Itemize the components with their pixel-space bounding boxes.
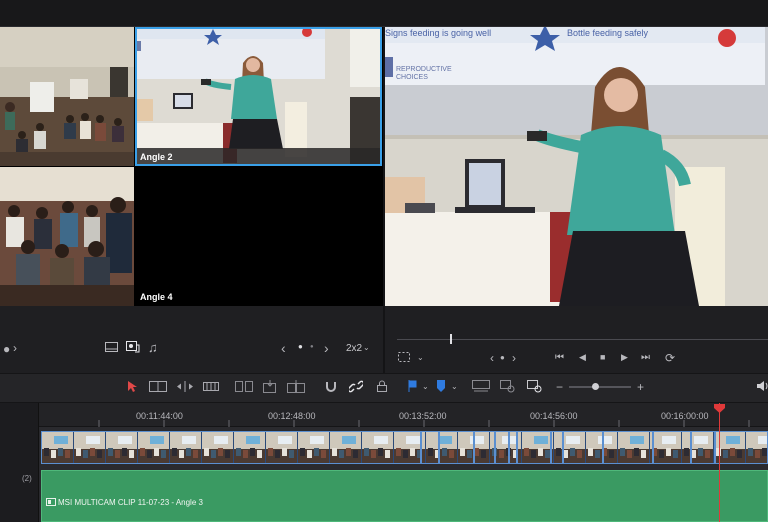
chevron-down-icon[interactable]: ⌄ <box>451 383 458 391</box>
audio-track: MSI MULTICAM CLIP 11-07-23 - Angle 3 <box>39 467 768 522</box>
slide-text-right: Bottle feeding safely <box>567 28 649 38</box>
timecode-2: 00:12:48:00 <box>268 411 316 421</box>
timecode-1: 00:11:44:00 <box>136 411 183 421</box>
scrub-handle[interactable] <box>450 334 452 344</box>
slide-logo-line1: REPRODUCTIVE <box>396 66 452 73</box>
chevron-down-icon[interactable]: ⌄ <box>422 383 429 391</box>
go-to-start-icon[interactable]: ⏮ <box>555 353 564 363</box>
viewer-header <box>0 0 768 27</box>
playhead-handle[interactable] <box>714 404 725 413</box>
marker-icon[interactable] <box>437 380 445 392</box>
snapping-icon[interactable] <box>325 380 337 393</box>
lock-icon[interactable] <box>377 380 387 392</box>
zoom-full-icon[interactable] <box>472 380 490 392</box>
flag-icon[interactable] <box>408 380 417 392</box>
volume-icon[interactable] <box>756 380 768 392</box>
stop-icon[interactable]: ■ <box>600 353 605 362</box>
chevron-left-icon[interactable]: ‹ <box>281 341 286 355</box>
replace-icon[interactable] <box>287 380 305 393</box>
audio-clip-label: MSI MULTICAM CLIP 11-07-23 - Angle 3 <box>58 498 203 507</box>
zoom-slider-handle[interactable] <box>592 383 599 390</box>
overwrite-icon[interactable] <box>263 380 277 393</box>
clip-icon[interactable] <box>126 341 140 353</box>
trim-icon[interactable] <box>149 381 167 392</box>
grid-layout-label[interactable]: 2x2 <box>346 343 362 354</box>
page-dot-active-icon: ● <box>298 342 303 351</box>
jog-right-icon[interactable]: › <box>512 352 516 364</box>
chevron-down-icon[interactable]: ⌄ <box>417 354 424 362</box>
timecode-4: 00:14:56:00 <box>530 411 578 421</box>
multicam-clip-icon <box>46 498 56 506</box>
angle-1-image <box>0 27 134 166</box>
dynamic-trim-icon[interactable] <box>176 381 194 392</box>
clip-thumbnails <box>42 432 767 463</box>
timecode-5: 00:16:00:00 <box>661 411 709 421</box>
track-header <box>0 403 39 522</box>
zoom-detail-icon[interactable] <box>500 380 516 393</box>
go-to-end-icon[interactable]: ⏭ <box>641 353 650 363</box>
linked-selection-icon[interactable] <box>349 380 363 393</box>
zoom-custom-icon[interactable] <box>527 380 543 393</box>
slide-logo-line2: CHOICES <box>396 74 428 81</box>
chevron-right-icon[interactable]: › <box>324 341 329 355</box>
play-icon[interactable]: ▶ <box>621 353 628 362</box>
chevron-down-icon[interactable]: ⌄ <box>363 344 370 352</box>
playhead[interactable] <box>719 403 720 522</box>
angle-2-image <box>135 27 382 166</box>
previous-frame-icon[interactable]: ◀ <box>579 353 586 362</box>
angle-4-tile[interactable]: Angle 4 <box>135 167 382 306</box>
jog-left-icon[interactable]: ‹ <box>490 352 494 364</box>
slide-text-left: Signs feeding is going well <box>385 28 492 38</box>
multicam-viewer: Angle 2 Angle 4 <box>0 27 383 306</box>
angle-3-tile[interactable] <box>0 167 134 306</box>
jog-dot-icon: ● <box>500 353 505 362</box>
timeline-ruler[interactable]: 00:11:44:00 00:12:48:00 00:13:52:00 00:1… <box>39 403 768 427</box>
page-dot-icon: ● <box>3 342 11 356</box>
audio-track-number: (2) <box>22 474 32 483</box>
angle-4-label: Angle 4 <box>140 292 173 302</box>
scrub-bar[interactable] <box>397 339 768 340</box>
audio-clip[interactable]: MSI MULTICAM CLIP 11-07-23 - Angle 3 <box>41 470 768 522</box>
insert-icon[interactable] <box>235 381 253 392</box>
zoom-in-icon[interactable]: + <box>637 381 644 393</box>
video-track <box>39 427 768 467</box>
chevron-right-icon[interactable]: › <box>13 342 17 354</box>
safe-area-icon[interactable] <box>398 352 410 362</box>
angle-1-tile[interactable] <box>0 27 134 166</box>
pointer-icon[interactable] <box>127 380 137 393</box>
zoom-out-icon[interactable]: − <box>556 381 563 393</box>
video-clip[interactable] <box>41 431 768 464</box>
zoom-slider-track[interactable] <box>569 386 631 388</box>
program-viewer[interactable]: Signs feeding is going well Bottle feedi… <box>385 27 768 306</box>
page-dot-inactive-icon: ● <box>310 344 314 350</box>
angle-2-tile[interactable]: Angle 2 <box>135 27 382 166</box>
timecode-3: 00:13:52:00 <box>399 411 447 421</box>
loop-icon[interactable]: ⟳ <box>665 352 675 364</box>
angle-2-label: Angle 2 <box>140 152 173 162</box>
angle-3-image <box>0 167 134 306</box>
blade-icon[interactable] <box>203 381 219 392</box>
audio-icon[interactable]: ♫ <box>148 341 158 354</box>
viewer-icon[interactable] <box>105 342 118 352</box>
